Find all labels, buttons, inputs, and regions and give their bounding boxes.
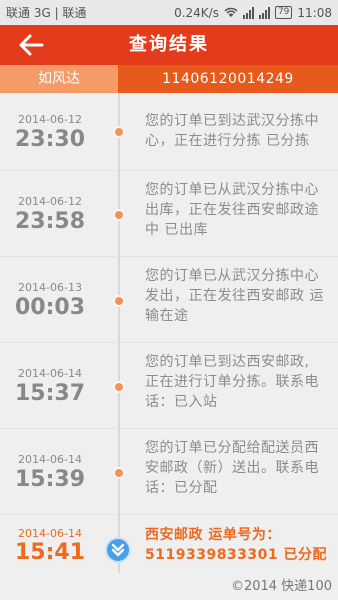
event-time: 00:03 [14,295,86,320]
carrier-label: 联通 3G | 联通 [6,6,87,20]
tracking-number: 11406120014249 [118,65,338,93]
page-title: 查询结果 [129,34,209,55]
timeline-row: 2014-06-13 00:03 您的订单已从武汉分拣中心 发出，正在发往西安邮… [0,257,338,343]
event-date: 2014-06-14 [18,527,82,540]
event-time: 15:41 [14,540,86,565]
signal-icon [242,6,254,19]
courier-company: 如风达 [0,65,118,93]
event-time: 23:30 [14,127,86,152]
timeline-row: 2014-06-12 23:30 您的订单已到达武汉分拣中 心，正在进行分拣 已… [0,93,338,171]
event-date: 2014-06-13 [18,281,82,294]
timeline-dot [113,209,125,221]
event-time: 15:37 [14,381,86,406]
app-header: 查询结果 [0,25,338,65]
event-text: 您的订单已分配给配送员西 安邮政（新）送出。联系电 话：已分配 [145,440,319,496]
event-text: 您的订单已到达西安邮政, 正在进行订单分拣。联系电 话：已入站 [145,354,319,410]
network-speed: 0.24K/s [174,5,219,20]
event-date: 2014-06-14 [18,453,82,466]
status-bar: 联通 3G | 联通 0.24K/s 79 11:08 [0,0,338,25]
chevron-down-icon [111,543,125,557]
timeline-dot [113,381,125,393]
timeline-dot [113,295,125,307]
battery-icon: 79 [274,6,293,19]
footer-copyright: ©2014 快递100 [0,573,338,600]
timeline-dot [113,467,125,479]
timeline-row: 2014-06-14 15:39 您的订单已分配给配送员西 安邮政（新）送出。联… [0,429,338,515]
event-time: 23:58 [14,209,86,234]
tracking-timeline[interactable]: 2014-06-12 23:30 您的订单已到达武汉分拣中 心，正在进行分拣 已… [0,93,338,573]
latest-status-icon [105,537,131,563]
event-text: 西安邮政 运单号为： 5119339833301 已分配 [145,527,328,563]
tracking-summary: 如风达 11406120014249 [0,65,338,93]
timeline-row: 2014-06-14 15:37 您的订单已到达西安邮政, 正在进行订单分拣。联… [0,343,338,429]
event-text: 您的订单已从武汉分拣中心 出库，正在发往西安邮政途 中 已出库 [145,182,319,238]
event-time: 15:39 [14,467,86,492]
wifi-icon [224,7,238,17]
event-date: 2014-06-14 [18,367,82,380]
timeline-row-latest: 2014-06-14 15:41 西安邮政 运单号为： 511933983330… [0,515,338,573]
event-text: 您的订单已到达武汉分拣中 心，正在进行分拣 已分拣 [145,113,319,149]
clock: 11:08 [297,5,332,20]
signal-icon-2 [258,6,270,19]
timeline-row: 2014-06-12 23:58 您的订单已从武汉分拣中心 出库，正在发往西安邮… [0,171,338,257]
timeline-dot [113,126,125,138]
event-date: 2014-06-12 [18,113,82,126]
event-date: 2014-06-12 [18,195,82,208]
event-text: 您的订单已从武汉分拣中心 发出，正在发往西安邮政 运 输在途 [145,268,324,324]
